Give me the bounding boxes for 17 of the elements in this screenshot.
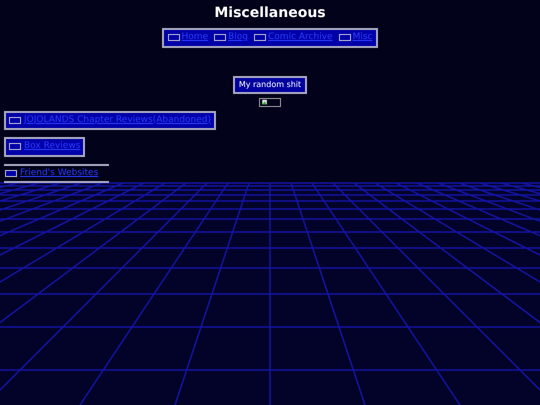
frame-icon xyxy=(254,34,266,42)
random-button[interactable]: My random shit xyxy=(232,76,308,94)
nav-link[interactable]: Home xyxy=(168,31,208,44)
nav-link[interactable]: Misc xyxy=(338,31,372,44)
link[interactable]: Friend's Websites xyxy=(4,164,109,183)
nav-link[interactable]: Comic Archive xyxy=(254,31,333,44)
frame-icon xyxy=(9,143,21,150)
link-panel[interactable]: JOJOLANDS Chapter Reviews(Abandoned) xyxy=(4,110,216,130)
frame-icon xyxy=(9,116,21,124)
nav-link[interactable]: Blog xyxy=(214,31,248,44)
frame-icon xyxy=(5,170,17,177)
frame-icon xyxy=(168,34,180,42)
frame-icon xyxy=(214,34,226,42)
frame-icon xyxy=(338,34,351,42)
link-panel[interactable]: Box Reviews xyxy=(4,137,86,156)
page-title: Miscellaneous xyxy=(214,4,326,21)
broken-image-icon xyxy=(259,98,281,106)
